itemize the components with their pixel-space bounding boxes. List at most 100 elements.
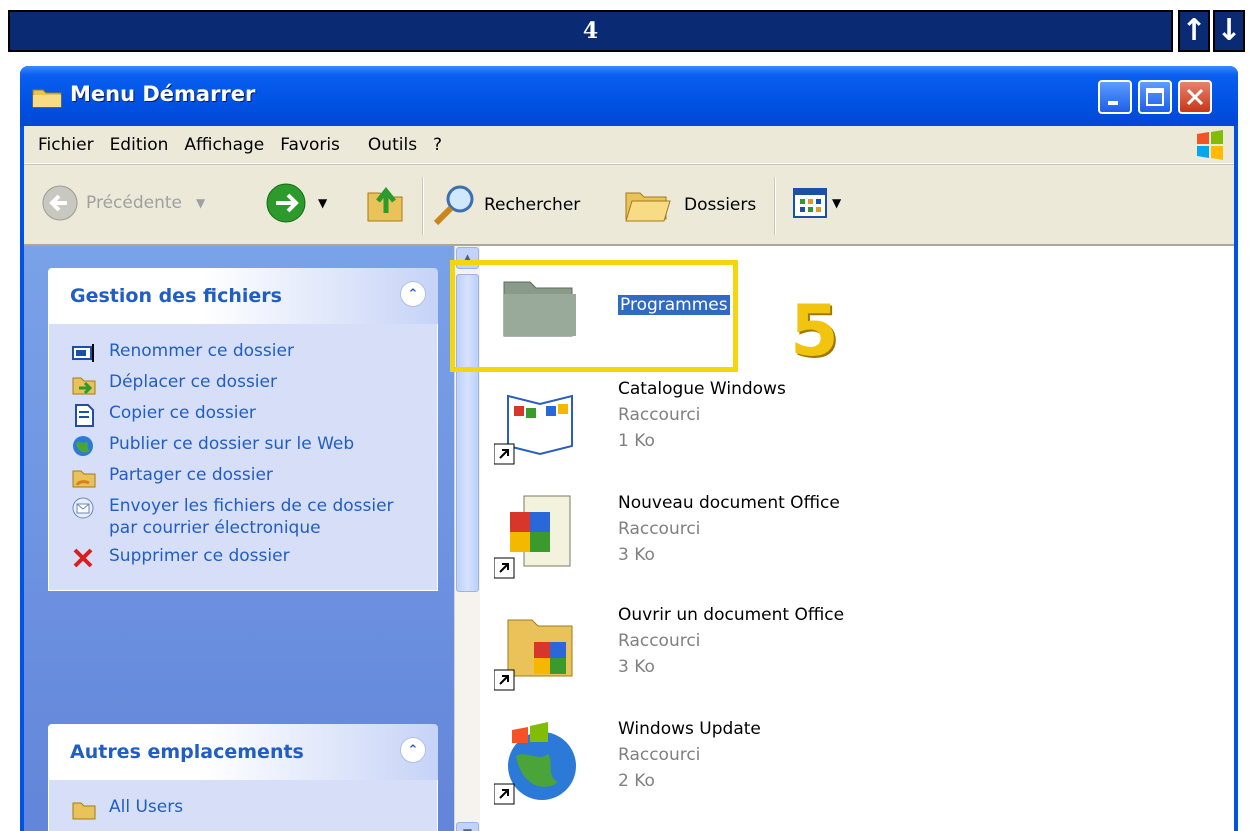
folders-button[interactable]: Dossiers [622,185,756,225]
file-tasks-panel: Gestion des fichiers ⌃ Renommer ce dossi… [48,268,438,591]
file-tasks-list: Renommer ce dossier Déplacer ce dossier … [48,324,438,591]
search-button[interactable]: Rechercher [430,183,580,227]
file-name: Nouveau document Office [618,493,840,513]
highlight-box [450,260,738,372]
file-name: Ouvrir un document Office [618,605,845,625]
menu-favoris[interactable]: Favoris [280,135,340,155]
copy-icon [75,404,94,427]
scroll-down-icon[interactable]: ▼ [456,822,479,831]
place-label: All Users [109,797,184,817]
forward-dropdown-icon[interactable]: ▼ [318,196,327,210]
rename-icon [72,344,94,362]
views-button[interactable]: ▼ [792,185,841,221]
task-label: Copier ce dossier [109,403,256,423]
share-icon [72,470,96,488]
task-label: Envoyer les fichiers de ce dossier par c… [109,496,394,538]
step-number-label: 4 [582,18,599,44]
explorer-window: Menu Démarrer Fichier Edition Affichage … [20,66,1238,831]
other-places-title: Autres emplacements [70,741,304,763]
task-label: Publier ce dossier sur le Web [109,434,355,454]
task-label: Partager ce dossier [109,465,273,485]
task-pane: Gestion des fichiers ⌃ Renommer ce dossi… [24,246,454,831]
windows-logo-icon [1197,130,1223,160]
arrow-up-icon[interactable]: ↑ [1178,10,1210,52]
back-button[interactable]: Précédente ▼ [40,183,205,223]
task-label: Supprimer ce dossier [109,546,290,566]
window-title: Menu Démarrer [70,82,256,106]
menu-edition[interactable]: Edition [110,135,169,155]
task-label: Renommer ce dossier [109,341,294,361]
minimize-button[interactable] [1098,80,1132,114]
file-item-open-office-doc[interactable]: Ouvrir un document Office Raccourci 3 Ko [494,602,1094,702]
folder-icon [32,89,62,108]
close-icon [1186,88,1204,106]
up-folder-icon [367,186,403,222]
file-size: 3 Ko [618,657,655,677]
up-folder-button[interactable] [362,179,406,225]
other-places-panel: Autres emplacements ⌃ All Users [48,724,438,831]
minimize-icon [1108,101,1118,105]
catalog-icon [494,394,573,465]
collapse-icon[interactable]: ⌃ [400,737,426,763]
menu-affichage[interactable]: Affichage [184,135,264,155]
task-delete[interactable]: Supprimer ce dossier [71,545,425,570]
file-size: 3 Ko [618,545,655,565]
file-item-windows-update[interactable]: Windows Update Raccourci 2 Ko [494,716,1094,816]
folder-icon [72,802,96,820]
file-tasks-title: Gestion des fichiers [70,285,282,307]
file-type: Raccourci [618,631,701,651]
maximize-button[interactable] [1138,80,1172,114]
views-icon [793,188,827,218]
menu-help[interactable]: ? [433,135,442,155]
back-dropdown-icon[interactable]: ▼ [196,196,205,210]
file-item-new-office-doc[interactable]: Nouveau document Office Raccourci 3 Ko [494,490,1094,590]
new-office-doc-icon [494,495,571,579]
task-rename[interactable]: Renommer ce dossier [71,340,425,365]
menu-outils[interactable]: Outils [368,135,417,155]
other-places-list: All Users [48,780,438,831]
file-size: 1 Ko [618,431,655,451]
file-name: Catalogue Windows [618,379,786,399]
title-bar[interactable]: Menu Démarrer [20,66,1238,126]
email-icon [72,497,94,519]
views-dropdown-icon[interactable]: ▼ [832,196,841,210]
file-item-catalogue[interactable]: Catalogue Windows Raccourci 1 Ko [494,376,1094,476]
task-email[interactable]: Envoyer les fichiers de ce dossier par c… [71,495,425,539]
place-all-users[interactable]: All Users [71,796,425,821]
maximize-icon [1146,88,1164,106]
open-office-doc-icon [494,619,573,691]
task-label: Déplacer ce dossier [109,372,277,392]
file-size: 2 Ko [618,771,655,791]
forward-button[interactable]: ▼ [264,181,327,225]
file-name: Windows Update [618,719,761,739]
file-type: Raccourci [618,519,701,539]
search-label: Rechercher [484,195,581,215]
windows-update-icon [494,722,576,805]
task-share[interactable]: Partager ce dossier [71,464,425,489]
search-icon [433,185,474,226]
collapse-icon[interactable]: ⌃ [400,281,426,307]
screen: 4 ↑ ↓ Menu Démarrer Fichier Edition Affi… [0,0,1249,831]
menu-fichier[interactable]: Fichier [38,135,94,155]
back-label: Précédente [86,193,182,213]
step-title-bar: 4 [8,10,1173,52]
task-copy[interactable]: Copier ce dossier [71,402,425,427]
publish-web-icon [73,436,93,456]
close-button[interactable] [1178,80,1212,114]
back-arrow-icon [42,185,78,221]
delete-icon [73,548,93,568]
menu-bar: Fichier Edition Affichage Favoris Outils… [24,126,1234,164]
move-icon [72,377,96,395]
file-type: Raccourci [618,405,701,425]
task-move[interactable]: Déplacer ce dossier [71,371,425,396]
file-tasks-header[interactable]: Gestion des fichiers ⌃ [48,268,438,324]
task-publish-web[interactable]: Publier ce dossier sur le Web [71,433,425,458]
step-callout: 5 [790,290,839,372]
folders-label: Dossiers [684,195,757,215]
arrow-down-icon[interactable]: ↓ [1213,10,1245,52]
other-places-header[interactable]: Autres emplacements ⌃ [48,724,438,780]
toolbar: Précédente ▼ ▼ Rechercher Dossiers ▼ [24,164,1234,246]
file-type: Raccourci [618,745,701,765]
folders-icon [625,192,671,222]
forward-arrow-icon [266,183,306,223]
